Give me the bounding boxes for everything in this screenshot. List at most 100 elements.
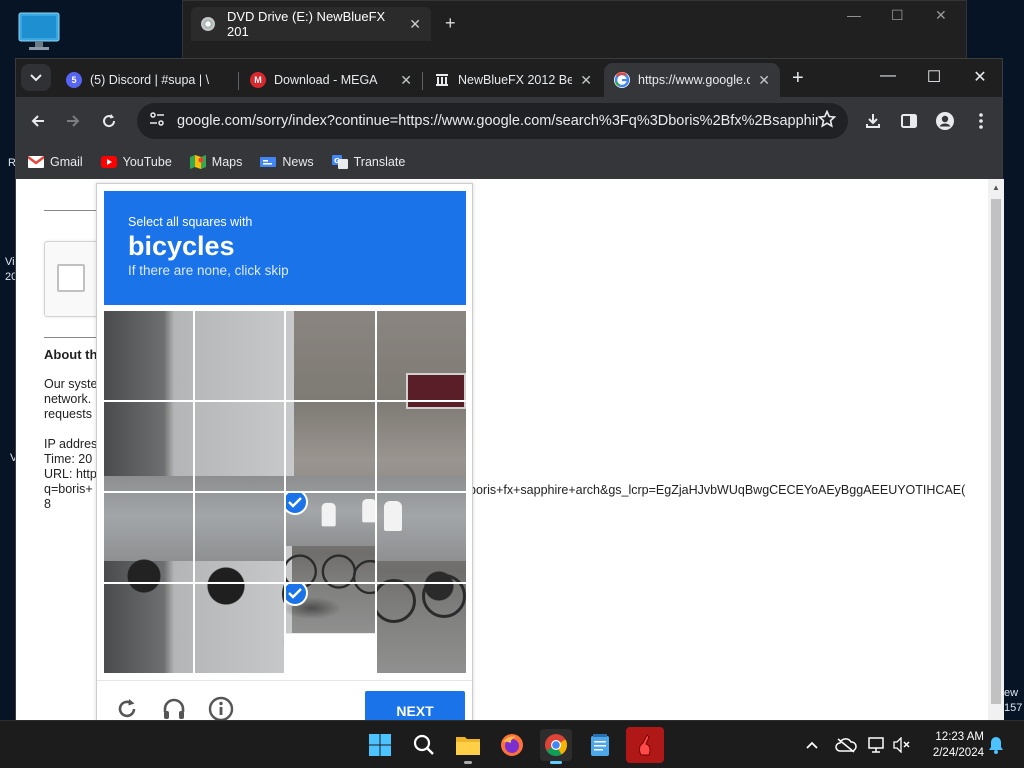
taskbar: 12:23 AM 2/24/2024 bbox=[0, 720, 1024, 768]
close-icon[interactable]: ✕ bbox=[409, 16, 421, 33]
dvd-drive-icon bbox=[201, 17, 215, 31]
bicycle-wheel bbox=[377, 584, 416, 623]
tab-search-button[interactable] bbox=[21, 64, 51, 91]
street-sign bbox=[406, 373, 466, 400]
tab-newbluefx[interactable]: NewBlueFX 2012 Bet ✕ bbox=[424, 63, 602, 97]
explorer-tab-title: DVD Drive (E:) NewBlueFX 201 bbox=[227, 9, 386, 39]
tab-label: NewBlueFX 2012 Bet bbox=[458, 73, 573, 87]
captcha-tile[interactable] bbox=[377, 493, 466, 582]
captcha-tile[interactable] bbox=[286, 584, 375, 673]
captcha-tile[interactable] bbox=[104, 493, 193, 582]
clock[interactable]: 12:23 AM 2/24/2024 bbox=[916, 729, 984, 761]
captcha-tile[interactable] bbox=[104, 311, 193, 400]
clock-time: 12:23 AM bbox=[935, 731, 984, 743]
forward-arrow-icon[interactable] bbox=[61, 109, 85, 133]
firefox-icon[interactable] bbox=[496, 729, 528, 761]
bookmark-label: YouTube bbox=[122, 155, 172, 169]
bookmark-youtube[interactable]: YouTube bbox=[100, 155, 172, 169]
url-info-text: q=boris+ bbox=[44, 482, 93, 496]
captcha-tile[interactable] bbox=[195, 402, 284, 491]
close-window-icon[interactable]: ✕ bbox=[935, 7, 947, 24]
url-text[interactable]: google.com/sorry/index?continue=https://… bbox=[177, 113, 818, 129]
captcha-tile[interactable] bbox=[104, 584, 193, 673]
volume-muted-icon[interactable] bbox=[892, 735, 912, 755]
info-icon[interactable] bbox=[207, 695, 235, 721]
reload-icon[interactable] bbox=[97, 109, 121, 133]
desktop-label-fragment: ew bbox=[1004, 687, 1019, 699]
start-windows-icon[interactable] bbox=[364, 729, 396, 761]
app-red-icon[interactable] bbox=[626, 727, 664, 763]
tab-discord[interactable]: 5 (5) Discord | #supa | \ bbox=[56, 63, 238, 97]
bicycle-wheel bbox=[422, 574, 466, 582]
tab-strip: 5 (5) Discord | #supa | \ M Download - M… bbox=[16, 59, 1002, 97]
notepad-icon[interactable] bbox=[584, 729, 616, 761]
bookmark-translate[interactable]: G Translate bbox=[331, 155, 405, 169]
captcha-tile-image bbox=[377, 584, 466, 673]
youtube-icon bbox=[100, 155, 117, 169]
tab-mega[interactable]: M Download - MEGA ✕ bbox=[240, 63, 422, 97]
bookmark-maps[interactable]: Maps bbox=[189, 155, 243, 169]
file-explorer-icon[interactable] bbox=[452, 729, 484, 764]
recaptcha-checkbox[interactable] bbox=[57, 264, 85, 292]
chrome-icon[interactable] bbox=[540, 729, 572, 764]
maximize-icon[interactable]: ☐ bbox=[924, 67, 944, 87]
news-icon bbox=[260, 155, 277, 169]
captcha-tile[interactable] bbox=[104, 402, 193, 491]
reload-challenge-icon[interactable] bbox=[113, 695, 141, 721]
close-tab-icon[interactable]: ✕ bbox=[758, 72, 770, 89]
minimize-icon[interactable]: — bbox=[847, 7, 861, 23]
captcha-tile[interactable] bbox=[286, 311, 375, 400]
audio-challenge-icon[interactable] bbox=[160, 695, 188, 721]
more-menu-icon[interactable] bbox=[969, 109, 993, 133]
address-bar[interactable]: google.com/sorry/index?continue=https://… bbox=[137, 103, 848, 139]
notification-bell-icon[interactable] bbox=[986, 735, 1006, 755]
bookmark-gmail[interactable]: Gmail bbox=[28, 155, 83, 169]
show-hidden-icons-chevron-icon[interactable] bbox=[802, 735, 822, 755]
next-button[interactable]: NEXT bbox=[365, 691, 465, 721]
back-arrow-icon[interactable] bbox=[26, 109, 50, 133]
bookmark-star-icon[interactable] bbox=[817, 109, 837, 133]
captcha-tile-image bbox=[195, 584, 284, 673]
maximize-icon[interactable]: ☐ bbox=[891, 7, 904, 24]
close-tab-icon[interactable]: ✕ bbox=[580, 72, 592, 89]
captcha-challenge-dialog: Select all squares with bicycles If ther… bbox=[96, 183, 473, 721]
close-tab-icon[interactable]: ✕ bbox=[400, 72, 412, 89]
bookmark-news[interactable]: News bbox=[260, 155, 314, 169]
explorer-tab[interactable]: DVD Drive (E:) NewBlueFX 201 ✕ bbox=[191, 7, 431, 41]
page-scrollbar[interactable]: ▲ bbox=[988, 179, 1004, 721]
captcha-tile[interactable] bbox=[195, 493, 284, 582]
captcha-tile[interactable] bbox=[195, 311, 284, 400]
captcha-tile-image bbox=[104, 402, 193, 491]
running-indicator bbox=[464, 761, 472, 764]
captcha-tile[interactable] bbox=[377, 584, 466, 673]
bookmarks-bar: Gmail YouTube Maps News G Translate bbox=[16, 145, 1002, 179]
new-tab-button[interactable]: + bbox=[792, 67, 804, 90]
side-panel-icon[interactable] bbox=[897, 109, 921, 133]
chevron-down-icon bbox=[30, 73, 42, 81]
download-icon[interactable] bbox=[861, 109, 885, 133]
this-pc-desktop-icon[interactable] bbox=[18, 12, 60, 52]
close-window-icon[interactable]: ✕ bbox=[970, 67, 990, 87]
tab-google-sorry[interactable]: https://www.google.c ✕ bbox=[604, 63, 780, 97]
minimize-icon[interactable]: — bbox=[878, 67, 898, 85]
captcha-tile[interactable] bbox=[377, 311, 466, 400]
scrollbar-thumb[interactable] bbox=[991, 199, 1001, 704]
bookmark-label: Maps bbox=[211, 155, 243, 169]
profile-avatar-icon[interactable] bbox=[933, 109, 957, 133]
divider bbox=[44, 210, 104, 211]
file-explorer-window[interactable]: DVD Drive (E:) NewBlueFX 201 ✕ + — ☐ ✕ bbox=[182, 0, 967, 60]
search-icon[interactable] bbox=[408, 729, 440, 761]
onedrive-cloud-icon[interactable] bbox=[834, 735, 858, 755]
street-sign bbox=[406, 402, 466, 409]
cyclist bbox=[384, 501, 402, 531]
site-settings-icon[interactable] bbox=[149, 111, 165, 132]
captcha-skip-hint: If there are none, click skip bbox=[128, 263, 289, 278]
network-icon[interactable] bbox=[866, 735, 888, 755]
new-tab-button[interactable]: + bbox=[445, 13, 456, 34]
scroll-up-arrow-icon[interactable]: ▲ bbox=[992, 183, 1000, 192]
captcha-tile[interactable] bbox=[286, 402, 375, 491]
captcha-tile[interactable] bbox=[195, 584, 284, 673]
captcha-tile[interactable] bbox=[377, 402, 466, 491]
captcha-tile[interactable] bbox=[286, 493, 375, 582]
divider bbox=[44, 337, 104, 338]
